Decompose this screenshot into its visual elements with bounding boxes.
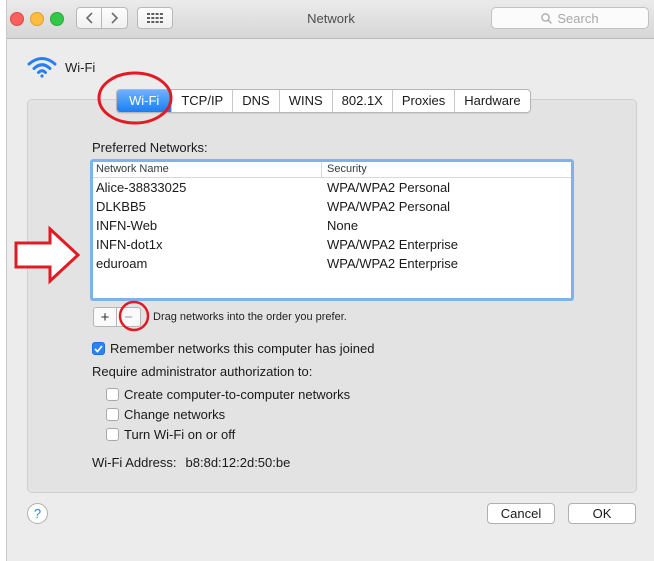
tab-proxies[interactable]: Proxies — [393, 90, 456, 112]
security-cell: WPA/WPA2 Personal — [327, 199, 451, 214]
tab-bar: Wi-Fi TCP/IP DNS WINS 802.1X Proxies Har… — [116, 89, 531, 113]
table-row[interactable]: INFN-dot1x WPA/WPA2 Enterprise — [93, 235, 571, 254]
ok-button[interactable]: OK — [568, 503, 636, 524]
search-field[interactable]: Search — [491, 7, 649, 29]
interface-header: Wi-Fi — [27, 56, 95, 78]
network-name-cell: eduroam — [96, 256, 148, 271]
wifi-address: Wi-Fi Address: b8:8d:12:2d:50:be — [92, 455, 290, 470]
tab-wins[interactable]: WINS — [280, 90, 333, 112]
create-networks-label: Create computer-to-computer networks — [124, 387, 351, 402]
tab-wifi[interactable]: Wi-Fi — [117, 90, 173, 112]
search-placeholder: Search — [557, 10, 599, 26]
table-row[interactable]: eduroam WPA/WPA2 Enterprise — [93, 254, 571, 273]
interface-name: Wi-Fi — [65, 59, 96, 75]
tab-8021x[interactable]: 802.1X — [333, 90, 393, 112]
column-header-security[interactable]: Security — [327, 163, 367, 175]
cancel-button[interactable]: Cancel — [487, 503, 555, 524]
table-row[interactable]: Alice-38833025 WPA/WPA2 Personal — [93, 178, 571, 197]
column-header-network-name[interactable]: Network Name — [96, 163, 169, 175]
toggle-wifi-label: Turn Wi-Fi on or off — [124, 427, 236, 442]
network-name-cell: Alice-38833025 — [96, 180, 187, 195]
security-cell: WPA/WPA2 Personal — [327, 180, 451, 195]
tab-tcpip[interactable]: TCP/IP — [172, 90, 234, 112]
help-button[interactable]: ? — [27, 503, 48, 524]
remove-network-button[interactable]: − — [117, 307, 141, 327]
create-networks-checkbox[interactable] — [106, 388, 119, 401]
network-name-cell: INFN-dot1x — [96, 237, 163, 252]
remember-networks-checkbox[interactable] — [92, 342, 105, 355]
preferred-networks-label: Preferred Networks: — [92, 140, 208, 155]
search-icon — [541, 12, 553, 24]
require-admin-label: Require administrator authorization to: — [92, 364, 313, 379]
network-name-cell: DLKBB5 — [96, 199, 146, 214]
wifi-address-label: Wi-Fi Address: — [92, 455, 177, 470]
create-networks-option[interactable]: Create computer-to-computer networks — [106, 387, 350, 402]
wifi-address-value: b8:8d:12:2d:50:be — [185, 455, 291, 470]
change-networks-option[interactable]: Change networks — [106, 407, 225, 422]
drag-hint-text: Drag networks into the order you prefer. — [153, 311, 347, 323]
change-networks-label: Change networks — [124, 407, 226, 422]
table-row[interactable]: DLKBB5 WPA/WPA2 Personal — [93, 197, 571, 216]
title-bar: Network Search — [7, 0, 654, 39]
change-networks-checkbox[interactable] — [106, 408, 119, 421]
security-cell: WPA/WPA2 Enterprise — [327, 256, 458, 271]
security-cell: None — [327, 218, 359, 233]
add-network-button[interactable]: + — [93, 307, 117, 327]
tab-dns[interactable]: DNS — [233, 90, 280, 112]
network-preferences-window: Network Search Wi-Fi Wi-Fi TCP/IP DNS WI… — [6, 0, 654, 561]
column-divider — [321, 162, 322, 177]
table-header: Network Name Security — [93, 162, 571, 178]
preferred-networks-table[interactable]: Network Name Security Alice-38833025 WPA… — [90, 159, 574, 301]
remember-networks-label: Remember networks this computer has join… — [110, 341, 375, 356]
wifi-icon — [27, 57, 57, 78]
security-cell: WPA/WPA2 Enterprise — [327, 237, 458, 252]
remember-networks-option[interactable]: Remember networks this computer has join… — [92, 341, 374, 356]
toggle-wifi-checkbox[interactable] — [106, 428, 119, 441]
toggle-wifi-option[interactable]: Turn Wi-Fi on or off — [106, 427, 235, 442]
tab-hardware[interactable]: Hardware — [455, 90, 529, 112]
checkmark-icon — [94, 344, 103, 353]
network-name-cell: INFN-Web — [96, 218, 158, 233]
table-row[interactable]: INFN-Web None — [93, 216, 571, 235]
